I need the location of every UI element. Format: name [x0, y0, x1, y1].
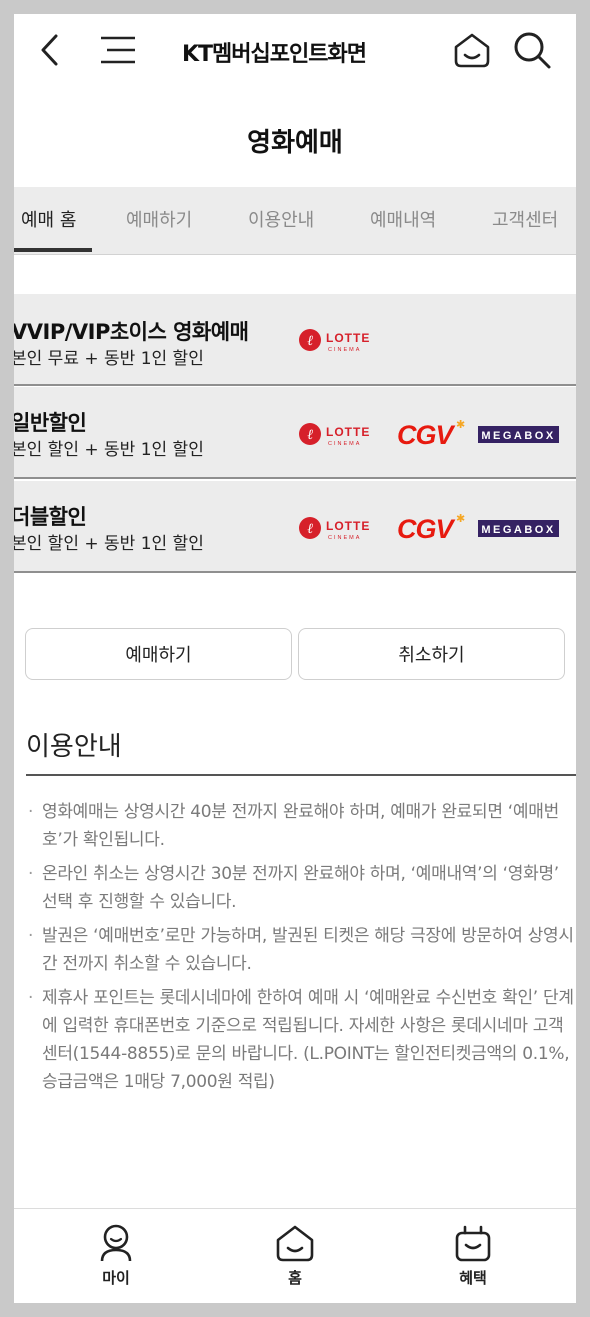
active-tab-indicator	[14, 248, 92, 252]
guide-note: 제휴사 포인트는 롯데시네마에 한하여 예매 시 ‘예매완료 수신번호 확인’ …	[28, 984, 576, 1096]
brand-title: KT멤버십포인트화면	[182, 42, 367, 67]
cgv-logo: CGV ✱	[396, 417, 468, 450]
benefit-title: VVIP/VIP초이스 영화예매	[14, 320, 249, 344]
divider	[14, 384, 576, 386]
megabox-logo: MEGABOX	[478, 425, 560, 451]
benefit-row-vip[interactable]: VVIP/VIP초이스 영화예매 본인 무료 + 동반 1인 할인 ℓ LOTTE…	[14, 294, 576, 386]
home-icon	[276, 1225, 314, 1262]
person-icon	[100, 1224, 132, 1262]
nav-my-label: 마이	[102, 1269, 130, 1287]
bottom-nav: 마이 홈 혜택	[14, 1208, 576, 1303]
tab-reserve[interactable]: 예매하기	[126, 206, 192, 232]
menu-icon[interactable]	[96, 28, 140, 72]
cgv-logo: CGV ✱	[396, 511, 468, 544]
tab-guide[interactable]: 이용안내	[248, 206, 314, 232]
svg-text:ℓ: ℓ	[307, 521, 313, 537]
nav-benefit[interactable]: 혜택	[428, 1223, 518, 1288]
cgv-wordmark: CGV	[397, 420, 456, 449]
divider	[14, 477, 576, 479]
guide-section-title: 이용안내	[26, 732, 122, 762]
home-icon[interactable]	[450, 28, 494, 72]
benefit-subtitle: 본인 무료 + 동반 1인 할인	[14, 349, 204, 369]
reserve-button[interactable]: 예매하기	[25, 628, 292, 680]
back-arrow-icon[interactable]	[28, 28, 72, 72]
section-divider	[26, 774, 576, 776]
megabox-wordmark: MEGABOX	[481, 524, 555, 536]
gift-bag-icon	[455, 1225, 491, 1262]
guide-note: 온라인 취소는 상영시간 30분 전까지 완료해야 하며, ‘예매내역’의 ‘영…	[28, 860, 576, 916]
guide-notes: 영화예매는 상영시간 40분 전까지 완료해야 하며, 예매가 완료되면 ‘예매…	[28, 798, 576, 1102]
svg-text:✱: ✱	[456, 418, 465, 431]
cgv-wordmark: CGV	[397, 514, 456, 543]
lotte-subword: CINEMA	[328, 441, 361, 447]
benefit-title: 더블할인	[14, 505, 87, 529]
app-screen: KT멤버십포인트화면 영화예매 예매 홈 예매하기 이용안내 예매내역 고객센터…	[14, 14, 576, 1303]
lotte-wordmark: LOTTE	[326, 519, 370, 533]
cancel-button[interactable]: 취소하기	[298, 628, 565, 680]
lotte-cinema-logo: ℓ LOTTE CINEMA	[298, 327, 388, 353]
lotte-cinema-logo: ℓ LOTTE CINEMA	[298, 421, 388, 447]
page-title: 영화예매	[247, 128, 343, 158]
lotte-subword: CINEMA	[328, 535, 361, 541]
guide-note: 영화예매는 상영시간 40분 전까지 완료해야 하며, 예매가 완료되면 ‘예매…	[28, 798, 576, 854]
tab-reservation-home[interactable]: 예매 홈	[21, 206, 76, 232]
svg-text:ℓ: ℓ	[307, 333, 313, 349]
benefit-row-general[interactable]: 일반할인 본인 할인 + 동반 1인 할인 ℓ LOTTE CINEMA CGV ✱ …	[14, 387, 576, 479]
tab-history[interactable]: 예매내역	[370, 206, 436, 232]
nav-home[interactable]: 홈	[250, 1223, 340, 1288]
lotte-wordmark: LOTTE	[326, 331, 370, 345]
lotte-cinema-logo: ℓ LOTTE CINEMA	[298, 515, 388, 541]
divider	[14, 571, 576, 573]
svg-text:✱: ✱	[456, 512, 465, 525]
svg-text:ℓ: ℓ	[307, 427, 313, 443]
megabox-wordmark: MEGABOX	[481, 430, 555, 442]
benefit-title: 일반할인	[14, 411, 87, 435]
guide-note: 발권은 ‘예매번호’로만 가능하며, 발권된 티켓은 해당 극장에 방문하여 상…	[28, 922, 576, 978]
nav-my[interactable]: 마이	[71, 1223, 161, 1288]
lotte-wordmark: LOTTE	[326, 425, 370, 439]
tab-customer-center[interactable]: 고객센터	[492, 206, 558, 232]
search-icon[interactable]	[510, 28, 554, 72]
benefit-row-double[interactable]: 더블할인 본인 할인 + 동반 1인 할인 ℓ LOTTE CINEMA CGV ✱ …	[14, 481, 576, 573]
nav-benefit-label: 혜택	[459, 1269, 487, 1287]
megabox-logo: MEGABOX	[478, 519, 560, 545]
top-bar: KT멤버십포인트화면	[14, 14, 576, 90]
benefit-subtitle: 본인 할인 + 동반 1인 할인	[14, 534, 204, 554]
lotte-subword: CINEMA	[328, 347, 361, 353]
benefit-subtitle: 본인 할인 + 동반 1인 할인	[14, 440, 204, 460]
nav-home-label: 홈	[288, 1269, 302, 1287]
